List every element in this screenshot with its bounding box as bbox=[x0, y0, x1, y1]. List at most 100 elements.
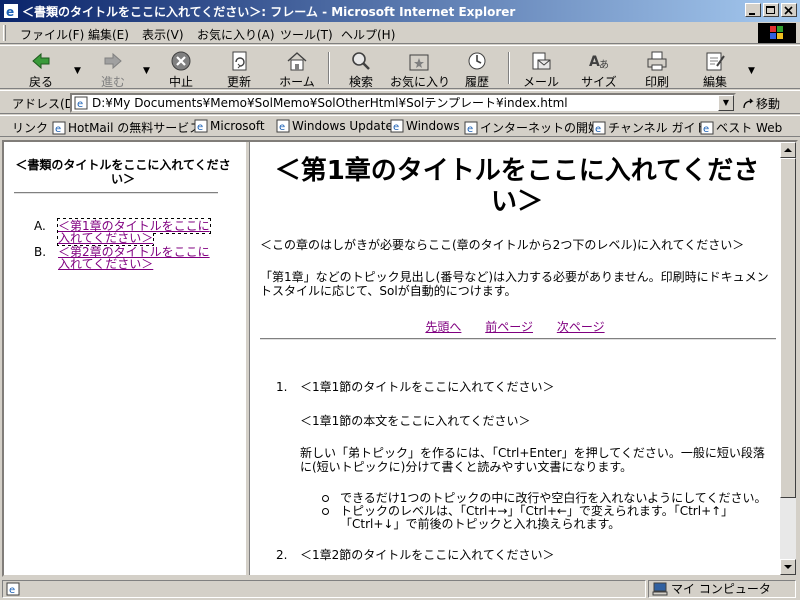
toolbar-separator bbox=[328, 52, 330, 84]
refresh-button[interactable]: 更新 bbox=[212, 48, 266, 89]
link-page-icon: e bbox=[390, 119, 404, 133]
refresh-icon bbox=[232, 51, 247, 71]
main-frame: ＜第1章のタイトルをここに入れてください＞ ＜この章のはしがきが必要ならここ(章… bbox=[250, 142, 780, 575]
mail-button[interactable]: メール bbox=[514, 48, 568, 89]
edit-label: 編集 bbox=[702, 75, 727, 89]
browser-content: ＜書類のタイトルをここに入れてください＞ A. ＜第1章のタイトルをここに入れて… bbox=[2, 140, 798, 577]
toc-link-chapter-1[interactable]: ＜第1章のタイトルをここに入れてください＞ bbox=[57, 218, 211, 246]
svg-text:e: e bbox=[197, 122, 203, 133]
menu-favorites[interactable]: お気に入り(A) bbox=[197, 26, 275, 43]
svg-text:e: e bbox=[55, 124, 61, 135]
favorites-button[interactable]: お気に入り bbox=[390, 48, 450, 89]
link-item-windows[interactable]: e Windows bbox=[390, 119, 460, 133]
links-bar: リンク e HotMail の無料サービス e Microsoft e Windows… bbox=[0, 115, 800, 137]
edit-button[interactable]: 編集 bbox=[688, 48, 742, 89]
back-arrow-icon bbox=[32, 52, 50, 70]
menu-bar: ファイル(F) 編集(E) 表示(V) お気に入り(A) ツール(T) ヘルプ(… bbox=[0, 22, 800, 44]
link-item-internet-start[interactable]: e インターネットの開始 bbox=[464, 119, 600, 136]
menu-tools[interactable]: ツール(T) bbox=[280, 26, 333, 43]
svg-text:e: e bbox=[77, 99, 83, 110]
edit-dropdown-icon[interactable]: ▼ bbox=[748, 66, 755, 76]
svg-text:あ: あ bbox=[599, 59, 609, 71]
link-label: Windows bbox=[406, 119, 460, 133]
bullet-list: できるだけ1つのトピックの中に改行や空白行を入れないようにしてください。 トピッ… bbox=[320, 492, 770, 531]
link-page-icon: e bbox=[464, 121, 478, 135]
standard-toolbar: 戻る ▼ 進む ▼ 中止 更新 ホーム 検索 お気に入り 履歴 メール Aあ サ… bbox=[0, 45, 800, 89]
go-button[interactable]: 移動 bbox=[742, 95, 780, 112]
print-button[interactable]: 印刷 bbox=[630, 48, 684, 89]
forward-button[interactable]: 進む bbox=[86, 48, 140, 89]
svg-text:e: e bbox=[393, 122, 399, 133]
svg-text:e: e bbox=[279, 122, 285, 133]
link-item-microsoft[interactable]: e Microsoft bbox=[194, 119, 265, 133]
main-divider bbox=[260, 338, 776, 340]
minimize-button[interactable] bbox=[745, 3, 761, 17]
nav-prev-link[interactable]: 前ページ bbox=[485, 320, 533, 334]
link-label: インターネットの開始 bbox=[480, 121, 601, 135]
menu-help[interactable]: ヘルプ(H) bbox=[341, 26, 395, 43]
link-item-channel-guide[interactable]: e チャンネル ガイド bbox=[592, 119, 707, 136]
link-item-windows-update[interactable]: e Windows Update bbox=[276, 119, 393, 133]
scroll-down-button[interactable] bbox=[780, 559, 796, 575]
svg-text:e: e bbox=[595, 124, 601, 135]
search-label: 検索 bbox=[348, 75, 373, 89]
history-button[interactable]: 履歴 bbox=[450, 48, 504, 89]
menu-edit[interactable]: 編集(E) bbox=[88, 26, 129, 43]
security-zone: マイ コンピュータ bbox=[648, 580, 796, 598]
go-arrow-icon bbox=[743, 98, 754, 109]
forward-label: 進む bbox=[100, 75, 125, 89]
link-item-best-web[interactable]: e ベスト Web bbox=[700, 119, 782, 136]
link-label: Windows Update bbox=[292, 119, 393, 133]
windows-logo-icon bbox=[758, 23, 796, 43]
stop-button[interactable]: 中止 bbox=[154, 48, 208, 89]
nav-next-link[interactable]: 次ページ bbox=[557, 320, 605, 334]
address-label: アドレス(D) bbox=[12, 97, 79, 111]
section-title: ＜1章1節のタイトルをここに入れてください＞ bbox=[300, 380, 555, 394]
menu-view[interactable]: 表示(V) bbox=[142, 26, 184, 43]
circle-bullet-icon bbox=[322, 495, 329, 502]
close-button[interactable] bbox=[781, 3, 797, 17]
toc-link-chapter-2[interactable]: ＜第2章のタイトルをここに入れてください＞ bbox=[58, 245, 210, 271]
forward-dropdown-icon[interactable]: ▼ bbox=[143, 66, 150, 76]
menu-file[interactable]: ファイル(F) bbox=[20, 26, 84, 43]
title-bar: e ＜書類のタイトルをここに入れてください＞: フレーム - Microsoft… bbox=[0, 0, 800, 22]
link-item-hotmail[interactable]: e HotMail の無料サービス bbox=[52, 119, 201, 136]
search-button[interactable]: 検索 bbox=[334, 48, 388, 89]
toc-item-number: A. bbox=[34, 219, 46, 233]
edit-icon bbox=[706, 52, 725, 71]
search-icon bbox=[352, 52, 370, 70]
back-dropdown-icon[interactable]: ▼ bbox=[74, 66, 81, 76]
mail-icon bbox=[532, 52, 551, 70]
chapter-note: 「第1章」などのトピック見出し(番号など)は入力する必要がありません。印刷時にド… bbox=[260, 270, 769, 298]
address-dropdown-button[interactable]: ▼ bbox=[718, 95, 734, 111]
scroll-thumb[interactable] bbox=[780, 158, 796, 498]
link-label: ベスト Web bbox=[716, 121, 783, 135]
back-button[interactable]: 戻る bbox=[14, 48, 68, 89]
size-button[interactable]: Aあ サイズ bbox=[572, 48, 626, 89]
address-value: D:¥My Documents¥Memo¥SolMemo¥SolOtherHtm… bbox=[92, 96, 568, 110]
text-size-icon: Aあ bbox=[589, 54, 609, 71]
section-title: ＜1章2節のタイトルをここに入れてください＞ bbox=[300, 548, 555, 562]
maximize-button[interactable] bbox=[763, 3, 779, 17]
link-label: チャンネル ガイド bbox=[608, 121, 708, 135]
address-input[interactable]: e D:¥My Documents¥Memo¥SolMemo¥SolOtherH… bbox=[70, 93, 736, 113]
history-icon bbox=[468, 52, 486, 70]
svg-text:e: e bbox=[6, 5, 14, 19]
svg-text:e: e bbox=[467, 124, 473, 135]
section-number: 1. bbox=[276, 380, 288, 394]
nav-top-link[interactable]: 先頭へ bbox=[425, 320, 461, 334]
link-page-icon: e bbox=[52, 121, 66, 135]
address-bar: アドレス(D) e D:¥My Documents¥Memo¥SolMemo¥S… bbox=[0, 90, 800, 114]
vertical-scrollbar[interactable] bbox=[780, 142, 796, 575]
stop-icon bbox=[171, 51, 191, 71]
home-button[interactable]: ホーム bbox=[270, 48, 324, 89]
toc-item: B. ＜第2章のタイトルをここに入れてください＞ bbox=[32, 246, 212, 270]
bullet-item: トピックのレベルは、「Ctrl+→」「Ctrl+←」で変えられます。「Ctrl+… bbox=[320, 505, 770, 531]
minimize-icon bbox=[749, 13, 755, 15]
page-icon: e bbox=[74, 96, 88, 110]
printer-icon bbox=[647, 51, 667, 71]
scroll-up-button[interactable] bbox=[780, 142, 796, 158]
link-label: Microsoft bbox=[210, 119, 265, 133]
mail-label: メール bbox=[522, 75, 559, 89]
link-page-icon: e bbox=[276, 119, 290, 133]
